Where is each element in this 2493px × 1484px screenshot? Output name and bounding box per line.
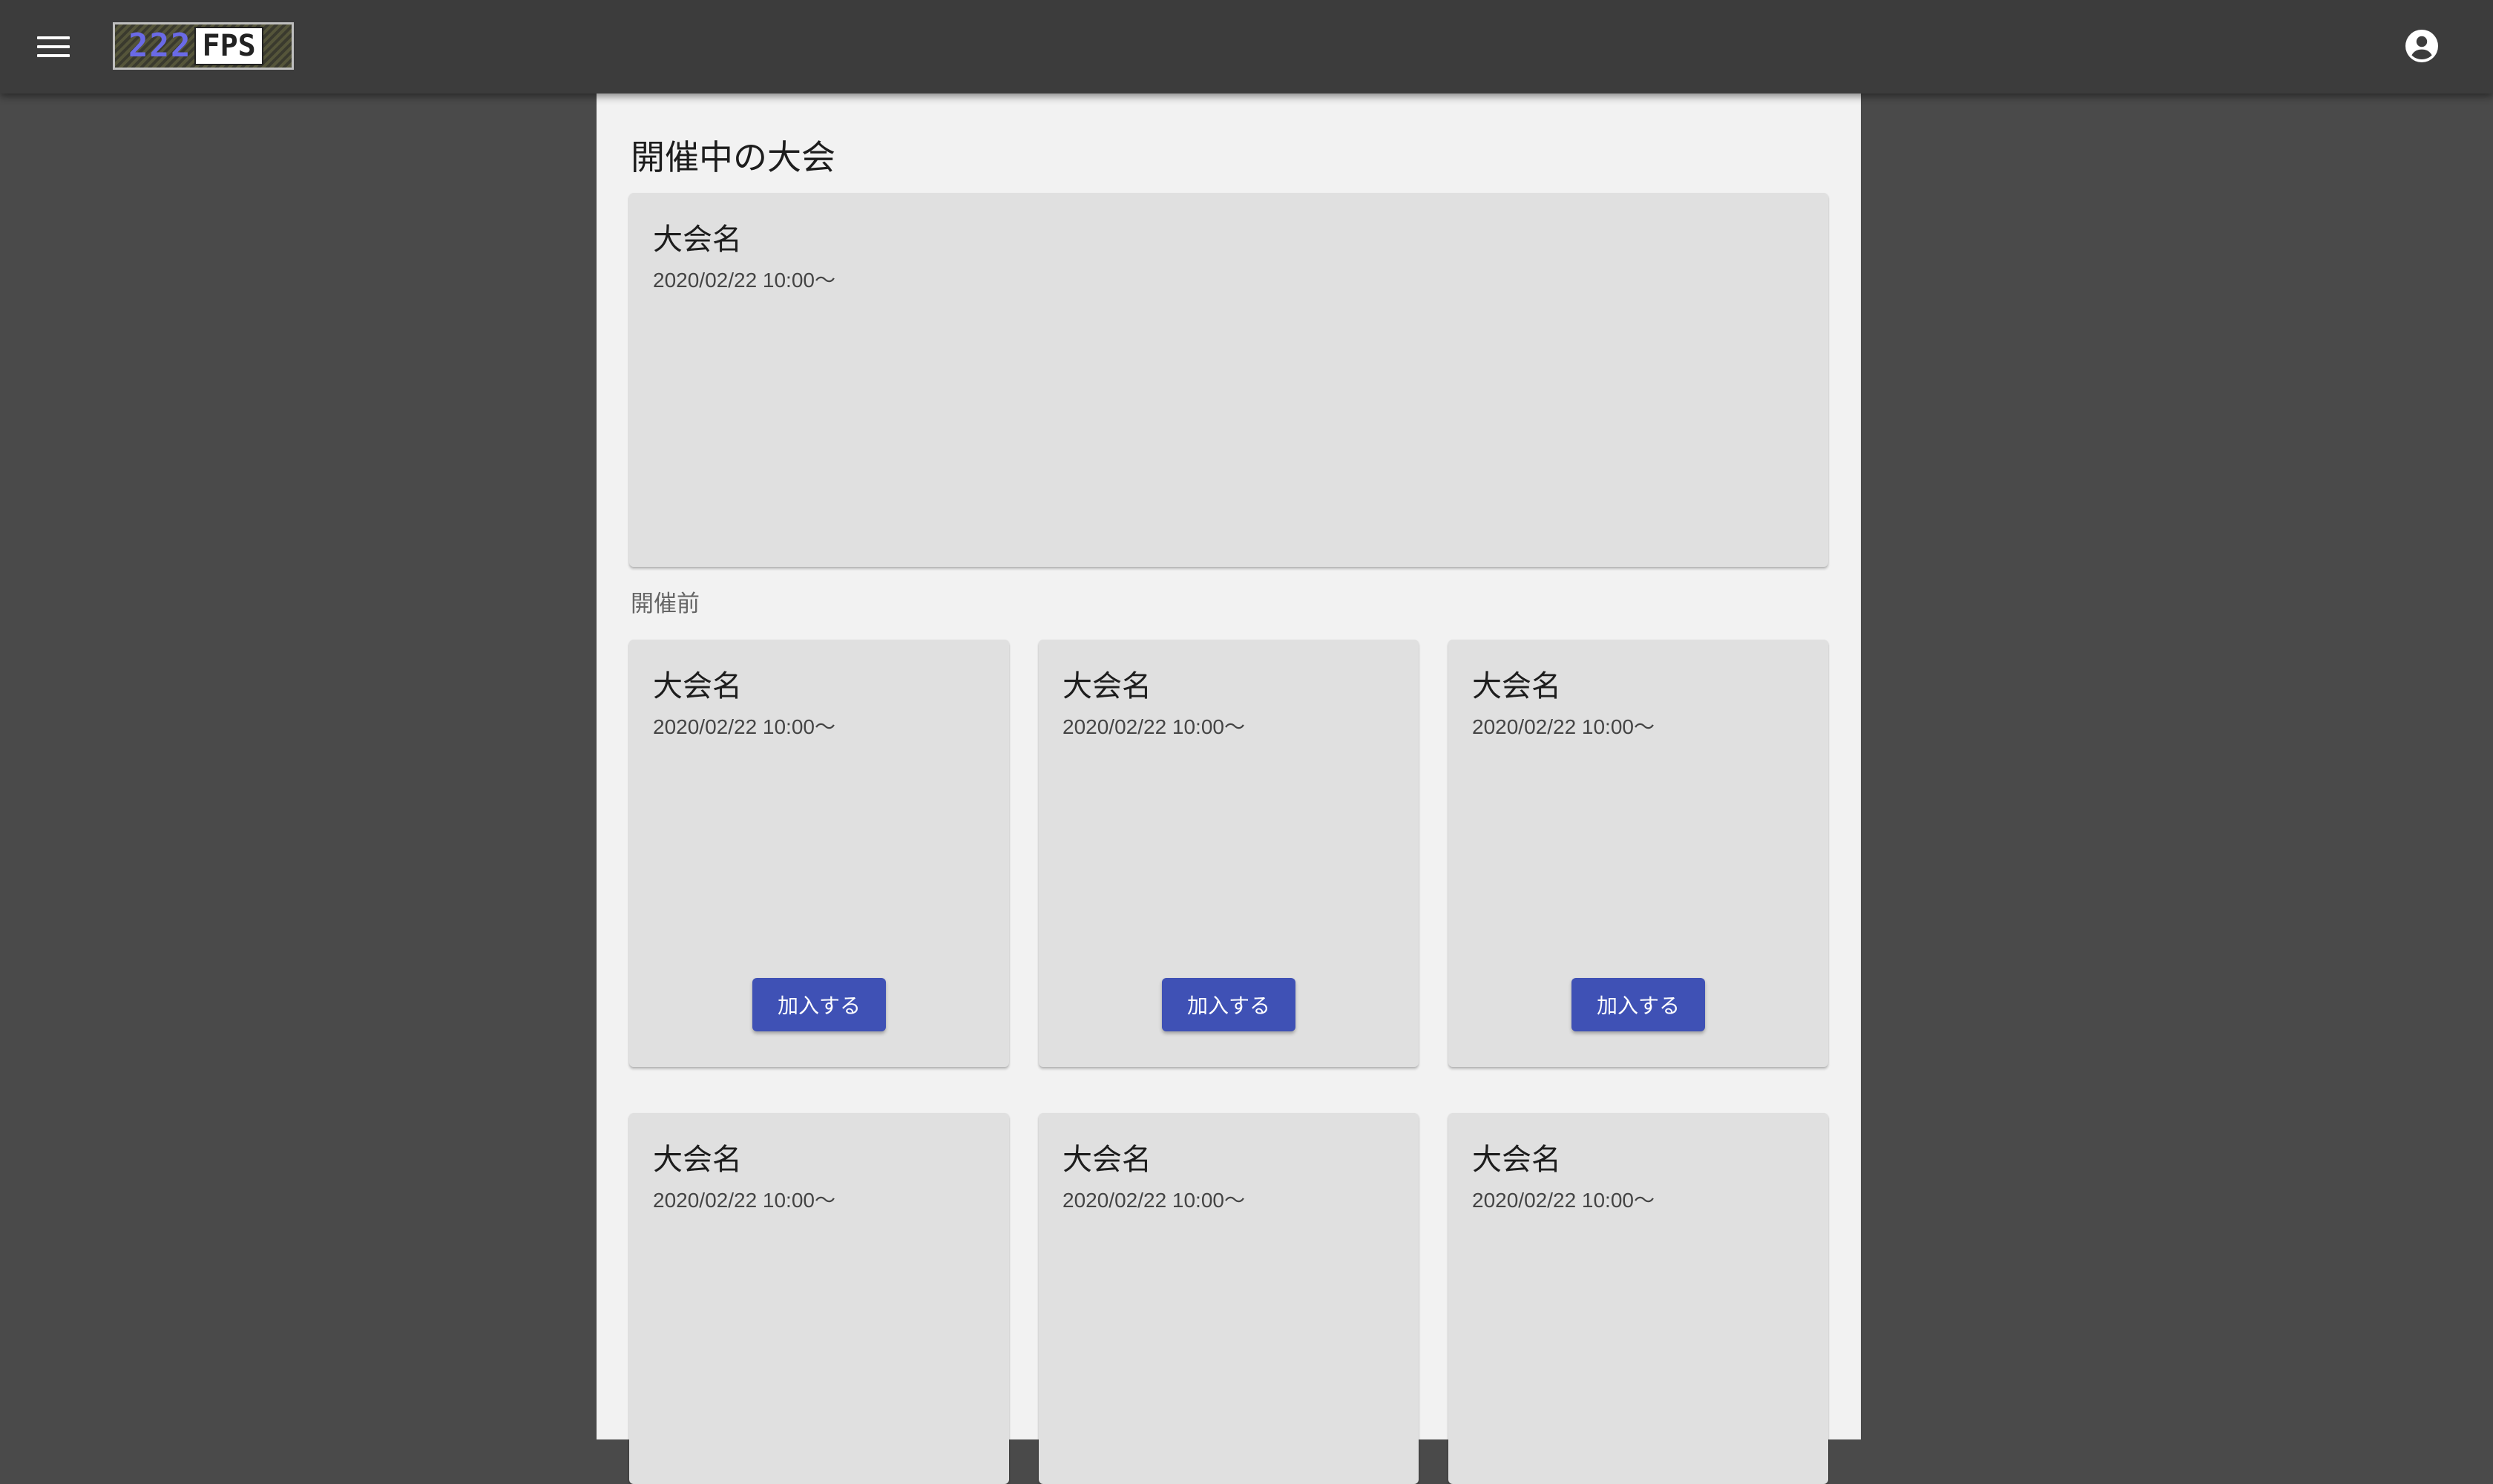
main-content: 開催中の大会 大会名 2020/02/22 10:00～ 開催前 大会名 202… xyxy=(597,93,1861,1484)
tournament-date: 2020/02/22 10:00～ xyxy=(1062,715,1245,738)
section-upcoming-label: 開催前 xyxy=(631,591,700,617)
upcoming-tournament-card[interactable]: 大会名 2020/02/22 10:00～ xyxy=(1448,1113,1828,1484)
page-title: 開催中の大会 xyxy=(631,137,835,177)
tournament-name: 大会名 xyxy=(1472,669,1561,703)
tournament-date: 2020/02/22 10:00～ xyxy=(1062,1189,1245,1212)
upcoming-tournament-card[interactable]: 大会名 2020/02/22 10:00～ xyxy=(629,1113,1009,1484)
upcoming-tournament-card[interactable]: 大会名 2020/02/22 10:00～ 加入する xyxy=(1039,640,1419,1067)
tournament-name: 大会名 xyxy=(653,223,742,257)
tournament-name: 大会名 xyxy=(1062,1143,1152,1177)
tournament-name: 大会名 xyxy=(1472,1143,1561,1177)
menu-icon[interactable] xyxy=(33,30,74,64)
upcoming-tournament-card[interactable]: 大会名 2020/02/22 10:00～ 加入する xyxy=(1448,640,1828,1067)
upcoming-tournament-card[interactable]: 大会名 2020/02/22 10:00～ 加入する xyxy=(629,640,1009,1067)
site-logo[interactable]: 222 FPS xyxy=(113,22,294,70)
app-bar: 222 FPS xyxy=(0,0,2493,93)
tournament-date: 2020/02/22 10:00～ xyxy=(1472,715,1655,738)
ongoing-tournament-card[interactable]: 大会名 2020/02/22 10:00～ xyxy=(629,193,1828,567)
logo-number: 222 xyxy=(128,27,192,65)
join-button[interactable]: 加入する xyxy=(1571,978,1705,1031)
upcoming-tournament-card[interactable]: 大会名 2020/02/22 10:00～ xyxy=(1039,1113,1419,1484)
tournament-name: 大会名 xyxy=(1062,669,1152,703)
tournament-date: 2020/02/22 10:00～ xyxy=(1472,1189,1655,1212)
logo-text: FPS xyxy=(194,27,263,65)
join-button[interactable]: 加入する xyxy=(1162,978,1295,1031)
join-button[interactable]: 加入する xyxy=(752,978,886,1031)
tournament-date: 2020/02/22 10:00～ xyxy=(653,269,835,292)
tournament-name: 大会名 xyxy=(653,1143,742,1177)
tournament-name: 大会名 xyxy=(653,669,742,703)
account-circle-icon[interactable] xyxy=(2404,28,2440,64)
tournament-date: 2020/02/22 10:00～ xyxy=(653,715,835,738)
tournament-date: 2020/02/22 10:00～ xyxy=(653,1189,835,1212)
